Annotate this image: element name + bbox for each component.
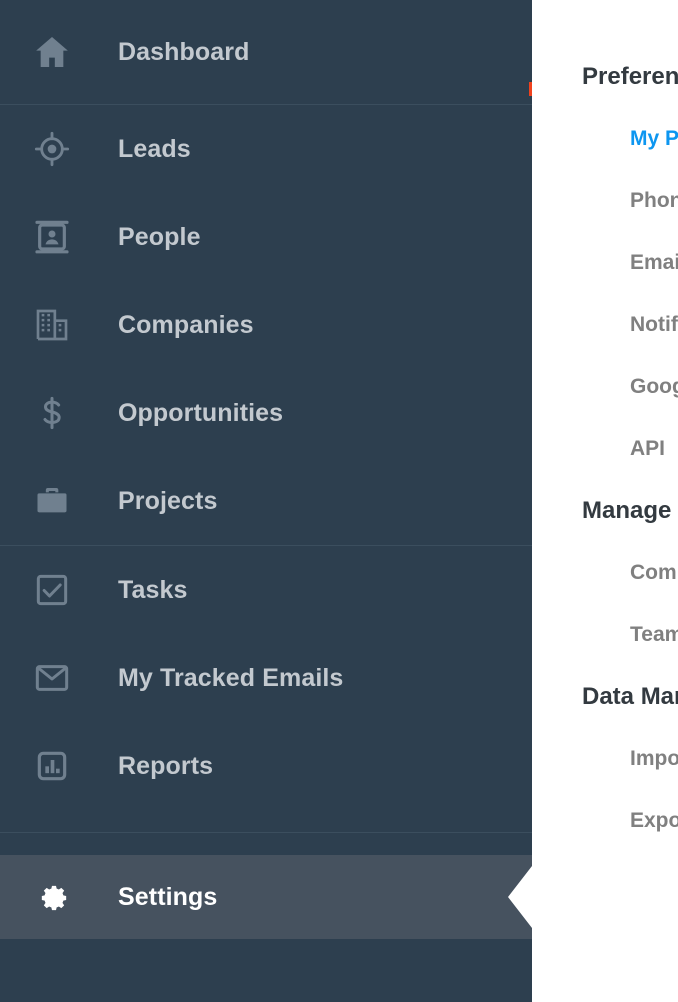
settings-menu-item-notifications[interactable]: Notifications — [532, 294, 678, 356]
settings-section-heading-preferences: Preferences — [582, 63, 678, 90]
checkbox-icon — [32, 570, 72, 610]
home-icon — [32, 32, 72, 72]
sidebar-label-dashboard: Dashboard — [118, 37, 250, 66]
sidebar-item-projects[interactable]: Projects — [0, 457, 532, 545]
contact-card-icon — [32, 217, 72, 257]
sidebar-label-projects: Projects — [118, 486, 218, 515]
sidebar-group-primary: Dashboard — [0, 0, 532, 104]
target-icon — [32, 129, 72, 169]
settings-menu-item-export[interactable]: Export — [532, 790, 678, 852]
settings-menu-item-company[interactable]: Company — [532, 542, 678, 604]
settings-menu-item-team[interactable]: Team — [532, 604, 678, 666]
settings-section-heading-manage: Manage — [582, 497, 672, 524]
settings-menu-item-google-sync[interactable]: Google Sync — [532, 356, 678, 418]
bar-chart-icon — [32, 746, 72, 786]
settings-menu-item-import[interactable]: Import — [532, 728, 678, 790]
settings-menu-item-my-profile[interactable]: My Profile — [532, 108, 678, 170]
settings-menu-list: Preferences My Profile Phone Email Notif… — [532, 0, 678, 852]
settings-section-heading-data-management: Data Management — [582, 683, 678, 710]
settings-menu-item-phone[interactable]: Phone — [532, 170, 678, 232]
sidebar-item-opportunities[interactable]: Opportunities — [0, 369, 532, 457]
sidebar-label-people: People — [118, 222, 201, 251]
sidebar-item-my-tracked-emails[interactable]: My Tracked Emails — [0, 634, 532, 722]
settings-menu-item-email[interactable]: Email — [532, 232, 678, 294]
sidebar-label-opportunities: Opportunities — [118, 398, 284, 427]
main-sidebar: Dashboard Leads People Companies Opportu… — [0, 0, 532, 1002]
dollar-icon — [32, 393, 72, 433]
sidebar-label-leads: Leads — [118, 134, 191, 163]
sidebar-item-leads[interactable]: Leads — [0, 105, 532, 193]
building-icon — [32, 305, 72, 345]
sidebar-group-activity: Tasks My Tracked Emails Reports — [0, 546, 532, 810]
envelope-icon — [32, 658, 72, 698]
sidebar-item-tasks[interactable]: Tasks — [0, 546, 532, 634]
sidebar-item-dashboard[interactable]: Dashboard — [0, 0, 532, 104]
sidebar-group-settings: Settings — [0, 855, 532, 939]
briefcase-icon — [32, 481, 72, 521]
settings-menu-item-api[interactable]: API — [532, 418, 678, 480]
sidebar-group-crm: Leads People Companies Opportunities Pro… — [0, 105, 532, 545]
sidebar-item-people[interactable]: People — [0, 193, 532, 281]
sidebar-label-companies: Companies — [118, 310, 254, 339]
sidebar-divider-3 — [0, 832, 532, 833]
sidebar-label-tasks: Tasks — [118, 575, 188, 604]
sidebar-label-my-tracked-emails: My Tracked Emails — [118, 663, 344, 692]
sidebar-item-settings[interactable]: Settings — [0, 855, 532, 939]
active-indicator-arrow-icon — [508, 866, 532, 928]
sidebar-label-reports: Reports — [118, 751, 214, 780]
sidebar-item-companies[interactable]: Companies — [0, 281, 532, 369]
gear-icon — [32, 877, 72, 917]
settings-menu-panel: Preferences My Profile Phone Email Notif… — [532, 0, 678, 1002]
sidebar-item-reports[interactable]: Reports — [0, 722, 532, 810]
sidebar-label-settings: Settings — [118, 882, 218, 911]
app-window: Dashboard Leads People Companies Opportu… — [0, 0, 678, 1002]
